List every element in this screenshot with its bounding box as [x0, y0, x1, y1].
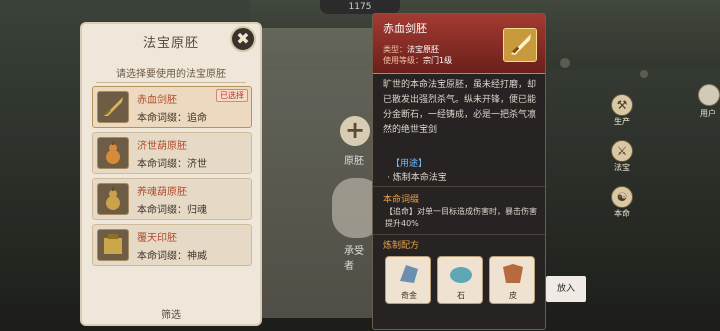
close-button[interactable]: ✖ [230, 26, 256, 52]
item-detail-panel: 赤血剑胚 类型：法宝原胚 使用等级：宗门1级 旷世的本命法宝原胚，虽未经打磨，却… [372, 13, 546, 330]
affix-text: 【追命】对单一目标造成伤害时，暴击伤害提升40% [385, 207, 537, 228]
list-item[interactable]: 济世葫原胚 本命词缀：济世 [92, 132, 252, 174]
sidebar-label: 法宝 [614, 163, 630, 172]
middle-panel: + 原胚 承受者 [262, 28, 382, 318]
produce-icon: ⚒ [611, 94, 633, 116]
material-slot[interactable]: 皮 [489, 256, 535, 304]
sidebar-item-produce[interactable]: ⚒ 生产 [608, 94, 636, 136]
list-item[interactable]: 覆天印胚 本命词缀：神威 [92, 224, 252, 266]
user-label: 用户 [700, 109, 716, 118]
list-item[interactable]: 养魂葫原胚 本命词缀：归魂 [92, 178, 252, 220]
hide-icon [503, 264, 523, 283]
item-affix: 本命词缀：追命 [137, 113, 207, 124]
treasure-icon: ⚔ [611, 140, 633, 162]
level-label: 使用等级： [383, 56, 423, 65]
sidebar-label: 本命 [614, 209, 630, 218]
divider [373, 234, 545, 235]
divider [96, 82, 246, 83]
natal-icon: ☯ [611, 186, 633, 208]
sword-icon [97, 91, 129, 123]
type-value: 法宝原胚 [407, 45, 439, 54]
type-label: 类型： [383, 45, 407, 54]
material-slot[interactable]: 奇金 [385, 256, 431, 304]
detail-title: 赤血剑胚 [383, 22, 427, 35]
detail-type: 类型：法宝原胚 [383, 44, 439, 55]
seal-icon [97, 229, 129, 261]
panel-subtitle: 请选择要使用的法宝原胚 [116, 69, 226, 80]
metal-icon [400, 265, 418, 283]
sword-icon [503, 28, 537, 62]
sidebar-item-natal[interactable]: ☯ 本命 [608, 186, 636, 228]
put-in-button[interactable]: 放入 [546, 276, 586, 302]
middle-label-2: 承受者 [344, 246, 364, 272]
currency-counter: 1175 [320, 0, 400, 14]
stone-icon [450, 267, 472, 283]
material-label: 皮 [509, 291, 517, 300]
blank-list: 赤血剑胚 本命词缀：追命 已选择 济世葫原胚 本命词缀：济世 养魂葫原胚 本命词… [92, 86, 252, 286]
list-item[interactable]: 赤血剑胚 本命词缀：追命 已选择 [92, 86, 252, 128]
filter-button[interactable]: 筛选 [82, 306, 260, 321]
material-label: 奇金 [401, 291, 417, 300]
detail-description: 旷世的本命法宝原胚，虽未经打磨，却已散发出强烈杀气。纵未开锋，便已能分金断石，一… [383, 80, 537, 135]
use-header: 【用途】 [391, 159, 428, 169]
sidebar-item-treasure[interactable]: ⚔ 法宝 [608, 140, 636, 182]
item-affix: 本命词缀：神威 [137, 251, 207, 262]
use-text: · 炼制本命法宝 [387, 173, 447, 183]
middle-label-1: 原胚 [344, 156, 364, 167]
right-sidebar: ⚒ 生产 ⚔ 法宝 ☯ 本命 [602, 94, 638, 244]
item-name: 覆天印胚 [137, 233, 177, 244]
divider [373, 186, 545, 187]
item-affix: 本命词缀：归魂 [137, 205, 207, 216]
selected-badge: 已选择 [216, 89, 248, 102]
user-avatar[interactable] [698, 84, 720, 106]
item-name: 养魂葫原胚 [137, 187, 187, 198]
treasure-blank-panel: 法宝原胚 ✖ 请选择要使用的法宝原胚 赤血剑胚 本命词缀：追命 已选择 济世葫原… [76, 24, 266, 324]
gourd-icon [97, 183, 129, 215]
detail-level: 使用等级：宗门1级 [383, 55, 452, 66]
close-icon: ✖ [236, 29, 250, 48]
affix-header: 本命词缀 [383, 195, 420, 205]
add-slot-button[interactable]: + [340, 116, 370, 146]
level-value: 宗门1级 [423, 56, 453, 65]
recipe-header: 炼制配方 [383, 241, 420, 251]
gourd-icon [97, 137, 129, 169]
item-name: 赤血剑胚 [137, 95, 177, 106]
material-label: 石 [457, 291, 465, 300]
material-slot[interactable]: 石 [437, 256, 483, 304]
detail-header: 赤血剑胚 类型：法宝原胚 使用等级：宗门1级 [373, 14, 545, 74]
sidebar-label: 生产 [614, 117, 630, 126]
item-name: 济世葫原胚 [137, 141, 187, 152]
item-affix: 本命词缀：济世 [137, 159, 207, 170]
